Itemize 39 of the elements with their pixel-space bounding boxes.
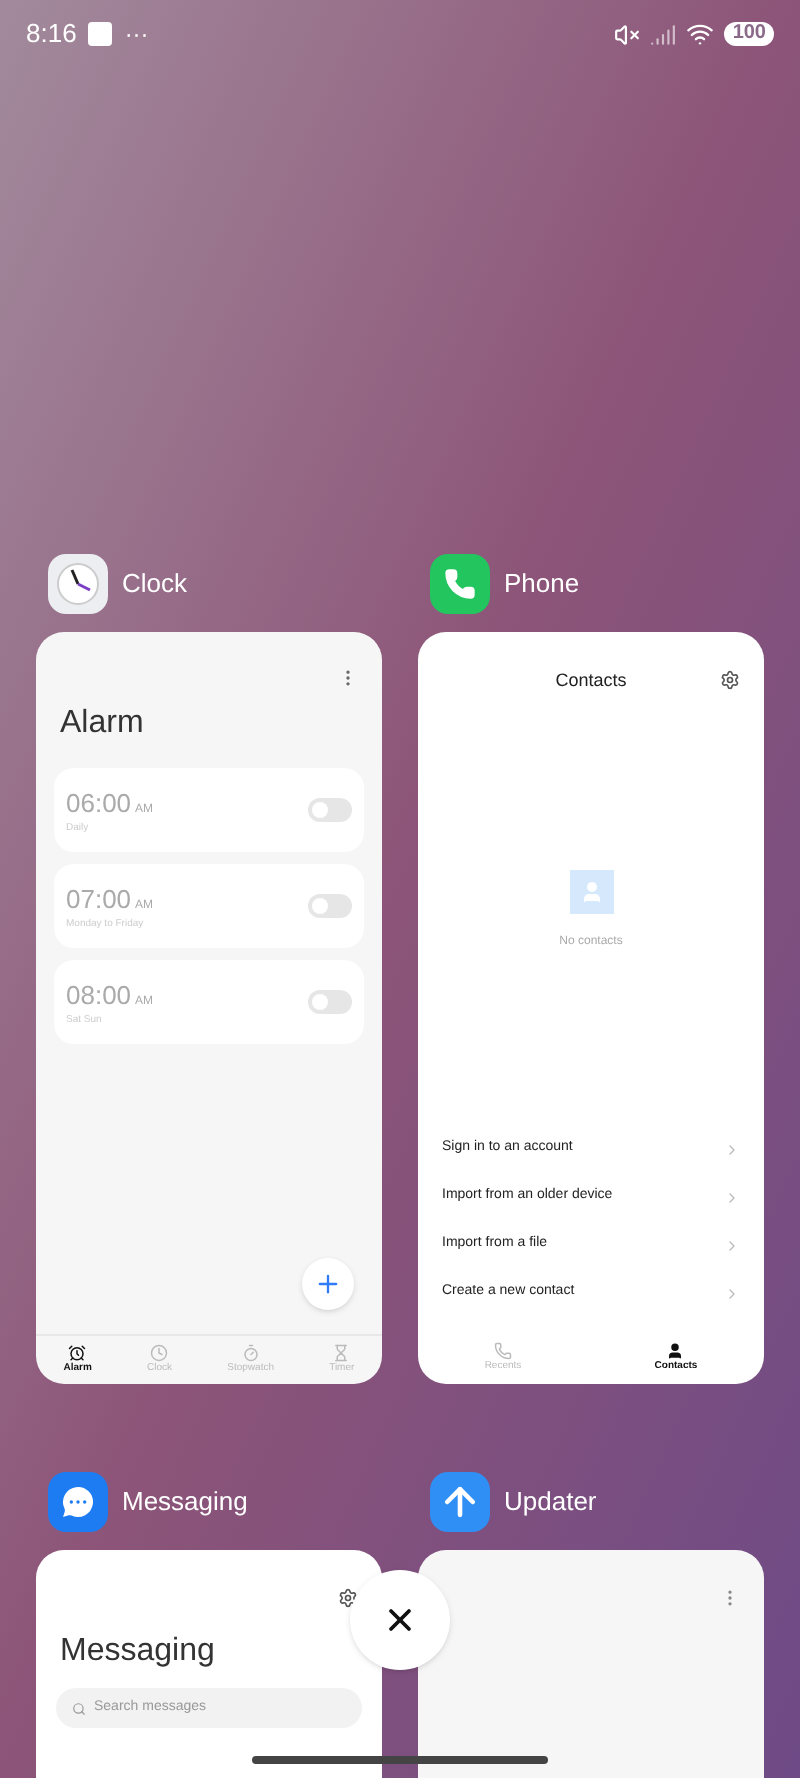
chat-bubble-icon [48,1472,108,1532]
alarm-clock-icon [68,1343,87,1361]
person-icon [666,1341,685,1359]
settings-icon[interactable] [720,670,740,690]
screen-title: Alarm [58,704,146,744]
toggle-switch[interactable] [308,894,352,918]
clock-icon [150,1343,169,1361]
alarm-time: 07:00 [66,881,132,917]
clock-icon [48,554,108,614]
settings-icon[interactable] [338,1588,358,1608]
search-icon [72,1701,86,1715]
app-name: Phone [504,566,580,603]
alarm-time: 06:00 [66,785,132,821]
chevron-right-icon [724,1189,740,1205]
toggle-switch[interactable] [308,990,352,1014]
contact-placeholder-icon [569,869,613,913]
chevron-right-icon [724,1285,740,1301]
hourglass-icon [332,1343,351,1361]
add-button[interactable] [302,1257,354,1309]
wifi-icon [686,20,715,48]
plus-icon [314,1269,342,1297]
app-name: Clock [122,566,188,603]
app-name: Messaging [122,1484,248,1521]
status-time: 8:16 [26,16,77,53]
alarm-time: 08:00 [66,977,132,1013]
battery-level: 100 [724,22,774,46]
screen-title: Contacts [555,668,627,694]
chevron-right-icon [724,1141,740,1157]
phone-icon [430,554,490,614]
chevron-right-icon [724,1237,740,1253]
screen-title: Messaging [58,1632,217,1672]
notification-icon [88,22,113,46]
stopwatch-icon [241,1343,260,1361]
toggle-switch[interactable] [308,798,352,822]
app-name: Updater [504,1484,597,1521]
phone-icon [493,1341,512,1359]
mute-icon [614,21,641,47]
arrow-up-icon [430,1472,490,1532]
more-notifications: ··· [124,18,149,52]
